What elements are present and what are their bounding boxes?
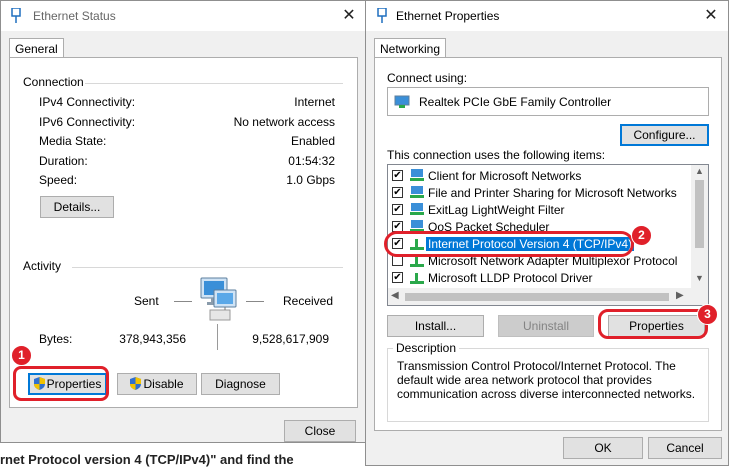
sent-label: Sent [134, 294, 159, 308]
annotation-ring-1 [13, 366, 109, 401]
ipv4-label: IPv4 Connectivity: [39, 95, 136, 109]
scroll-up-icon[interactable]: ▲ [695, 166, 704, 176]
list-item-label: File and Printer Sharing for Microsoft N… [428, 186, 677, 200]
list-item[interactable]: ✔ Microsoft LLDP Protocol Driver [392, 270, 688, 286]
tab-networking[interactable]: Networking [374, 38, 447, 58]
list-item-label: Microsoft LLDP Protocol Driver [428, 271, 593, 285]
checkbox[interactable]: ✔ [392, 170, 403, 181]
scroll-thumb[interactable] [405, 293, 669, 301]
adapter-field: Realtek PCIe GbE Family Controller [387, 87, 709, 116]
description-heading: Description [393, 341, 460, 355]
list-item[interactable]: ✔ File and Printer Sharing for Microsoft… [392, 185, 688, 201]
properties-titlebar: Ethernet Properties ✕ [366, 1, 728, 31]
activity-heading: Activity [23, 259, 66, 273]
list-item-label: ExitLag LightWeight Filter [428, 203, 565, 217]
annotation-ring-2 [384, 231, 634, 257]
duration-value: 01:54:32 [288, 154, 335, 168]
install-button[interactable]: Install... [387, 315, 484, 337]
network-adapter-icon [377, 8, 387, 23]
ipv6-value: No network access [233, 115, 335, 129]
status-close-button[interactable]: Close [284, 420, 356, 442]
uac-shield-icon [130, 377, 142, 390]
connection-heading: Connection [23, 75, 88, 89]
tab-general[interactable]: General [9, 38, 64, 58]
ipv4-value: Internet [294, 95, 335, 109]
annotation-ring-3 [598, 309, 708, 339]
details-button[interactable]: Details... [40, 196, 114, 218]
connect-using-label: Connect using: [387, 71, 468, 85]
checkbox[interactable]: ✔ [392, 187, 403, 198]
general-tab-panel: Connection IPv4 Connectivity: Internet I… [9, 57, 358, 408]
close-icon[interactable]: ✕ [700, 5, 722, 27]
list-item[interactable]: ✔ Client for Microsoft Networks [392, 168, 688, 184]
annotation-badge-3: 3 [697, 304, 718, 325]
article-text-fragment: rnet Protocol version 4 (TCP/IPv4)" and … [0, 452, 294, 467]
received-dash [246, 301, 264, 302]
bytes-label: Bytes: [39, 332, 73, 346]
duration-label: Duration: [39, 154, 88, 168]
properties-window-title: Ethernet Properties [396, 9, 500, 23]
configure-button[interactable]: Configure... [620, 124, 709, 146]
disable-button[interactable]: Disable [117, 373, 197, 395]
items-label: This connection uses the following items… [387, 148, 606, 162]
speed-label: Speed: [39, 173, 78, 187]
network-client-icon [410, 169, 424, 181]
status-titlebar: Ethernet Status ✕ [1, 1, 365, 31]
annotation-badge-2: 2 [631, 225, 652, 246]
close-icon[interactable]: ✕ [338, 5, 360, 27]
horizontal-scrollbar[interactable]: ◀ ▶ [388, 288, 708, 305]
checkbox[interactable]: ✔ [392, 204, 403, 215]
scroll-thumb[interactable] [695, 180, 704, 248]
network-adapter-icon [394, 95, 410, 108]
annotation-badge-1: 1 [11, 345, 32, 366]
disable-label: Disable [143, 377, 184, 391]
bytes-sent-value: 378,943,356 [119, 332, 186, 346]
scroll-right-icon[interactable]: ▶ [676, 290, 684, 301]
description-text: Transmission Control Protocol/Internet P… [397, 359, 696, 401]
ipv6-label: IPv6 Connectivity: [39, 115, 136, 129]
media-state-value: Enabled [290, 134, 335, 148]
list-item-label: Client for Microsoft Networks [428, 169, 582, 183]
connection-divider [85, 83, 343, 84]
diagnose-button[interactable]: Diagnose [201, 373, 280, 395]
network-computers-icon [200, 277, 237, 321]
uninstall-button[interactable]: Uninstall [498, 315, 594, 337]
network-filter-icon [410, 203, 424, 215]
scroll-down-icon[interactable]: ▼ [695, 273, 704, 283]
network-service-icon [410, 186, 424, 198]
scroll-left-icon[interactable]: ◀ [391, 290, 399, 301]
speed-value: 1.0 Gbps [286, 173, 335, 187]
list-item[interactable]: ✔ ExitLag LightWeight Filter [392, 202, 688, 218]
cancel-button[interactable]: Cancel [648, 437, 722, 459]
sent-dash [174, 301, 192, 302]
network-adapter-icon [11, 8, 21, 23]
activity-divider [72, 267, 343, 268]
protocol-icon [410, 273, 424, 284]
adapter-name: Realtek PCIe GbE Family Controller [419, 95, 612, 109]
checkbox[interactable]: ✔ [392, 272, 403, 283]
activity-separator [217, 324, 218, 350]
vertical-scrollbar[interactable]: ▲ ▼ [691, 165, 708, 288]
status-window-title: Ethernet Status [33, 9, 116, 23]
bytes-received-value: 9,528,617,909 [252, 332, 329, 346]
media-state-label: Media State: [39, 134, 107, 148]
ok-button[interactable]: OK [563, 437, 643, 459]
received-label: Received [283, 294, 334, 308]
